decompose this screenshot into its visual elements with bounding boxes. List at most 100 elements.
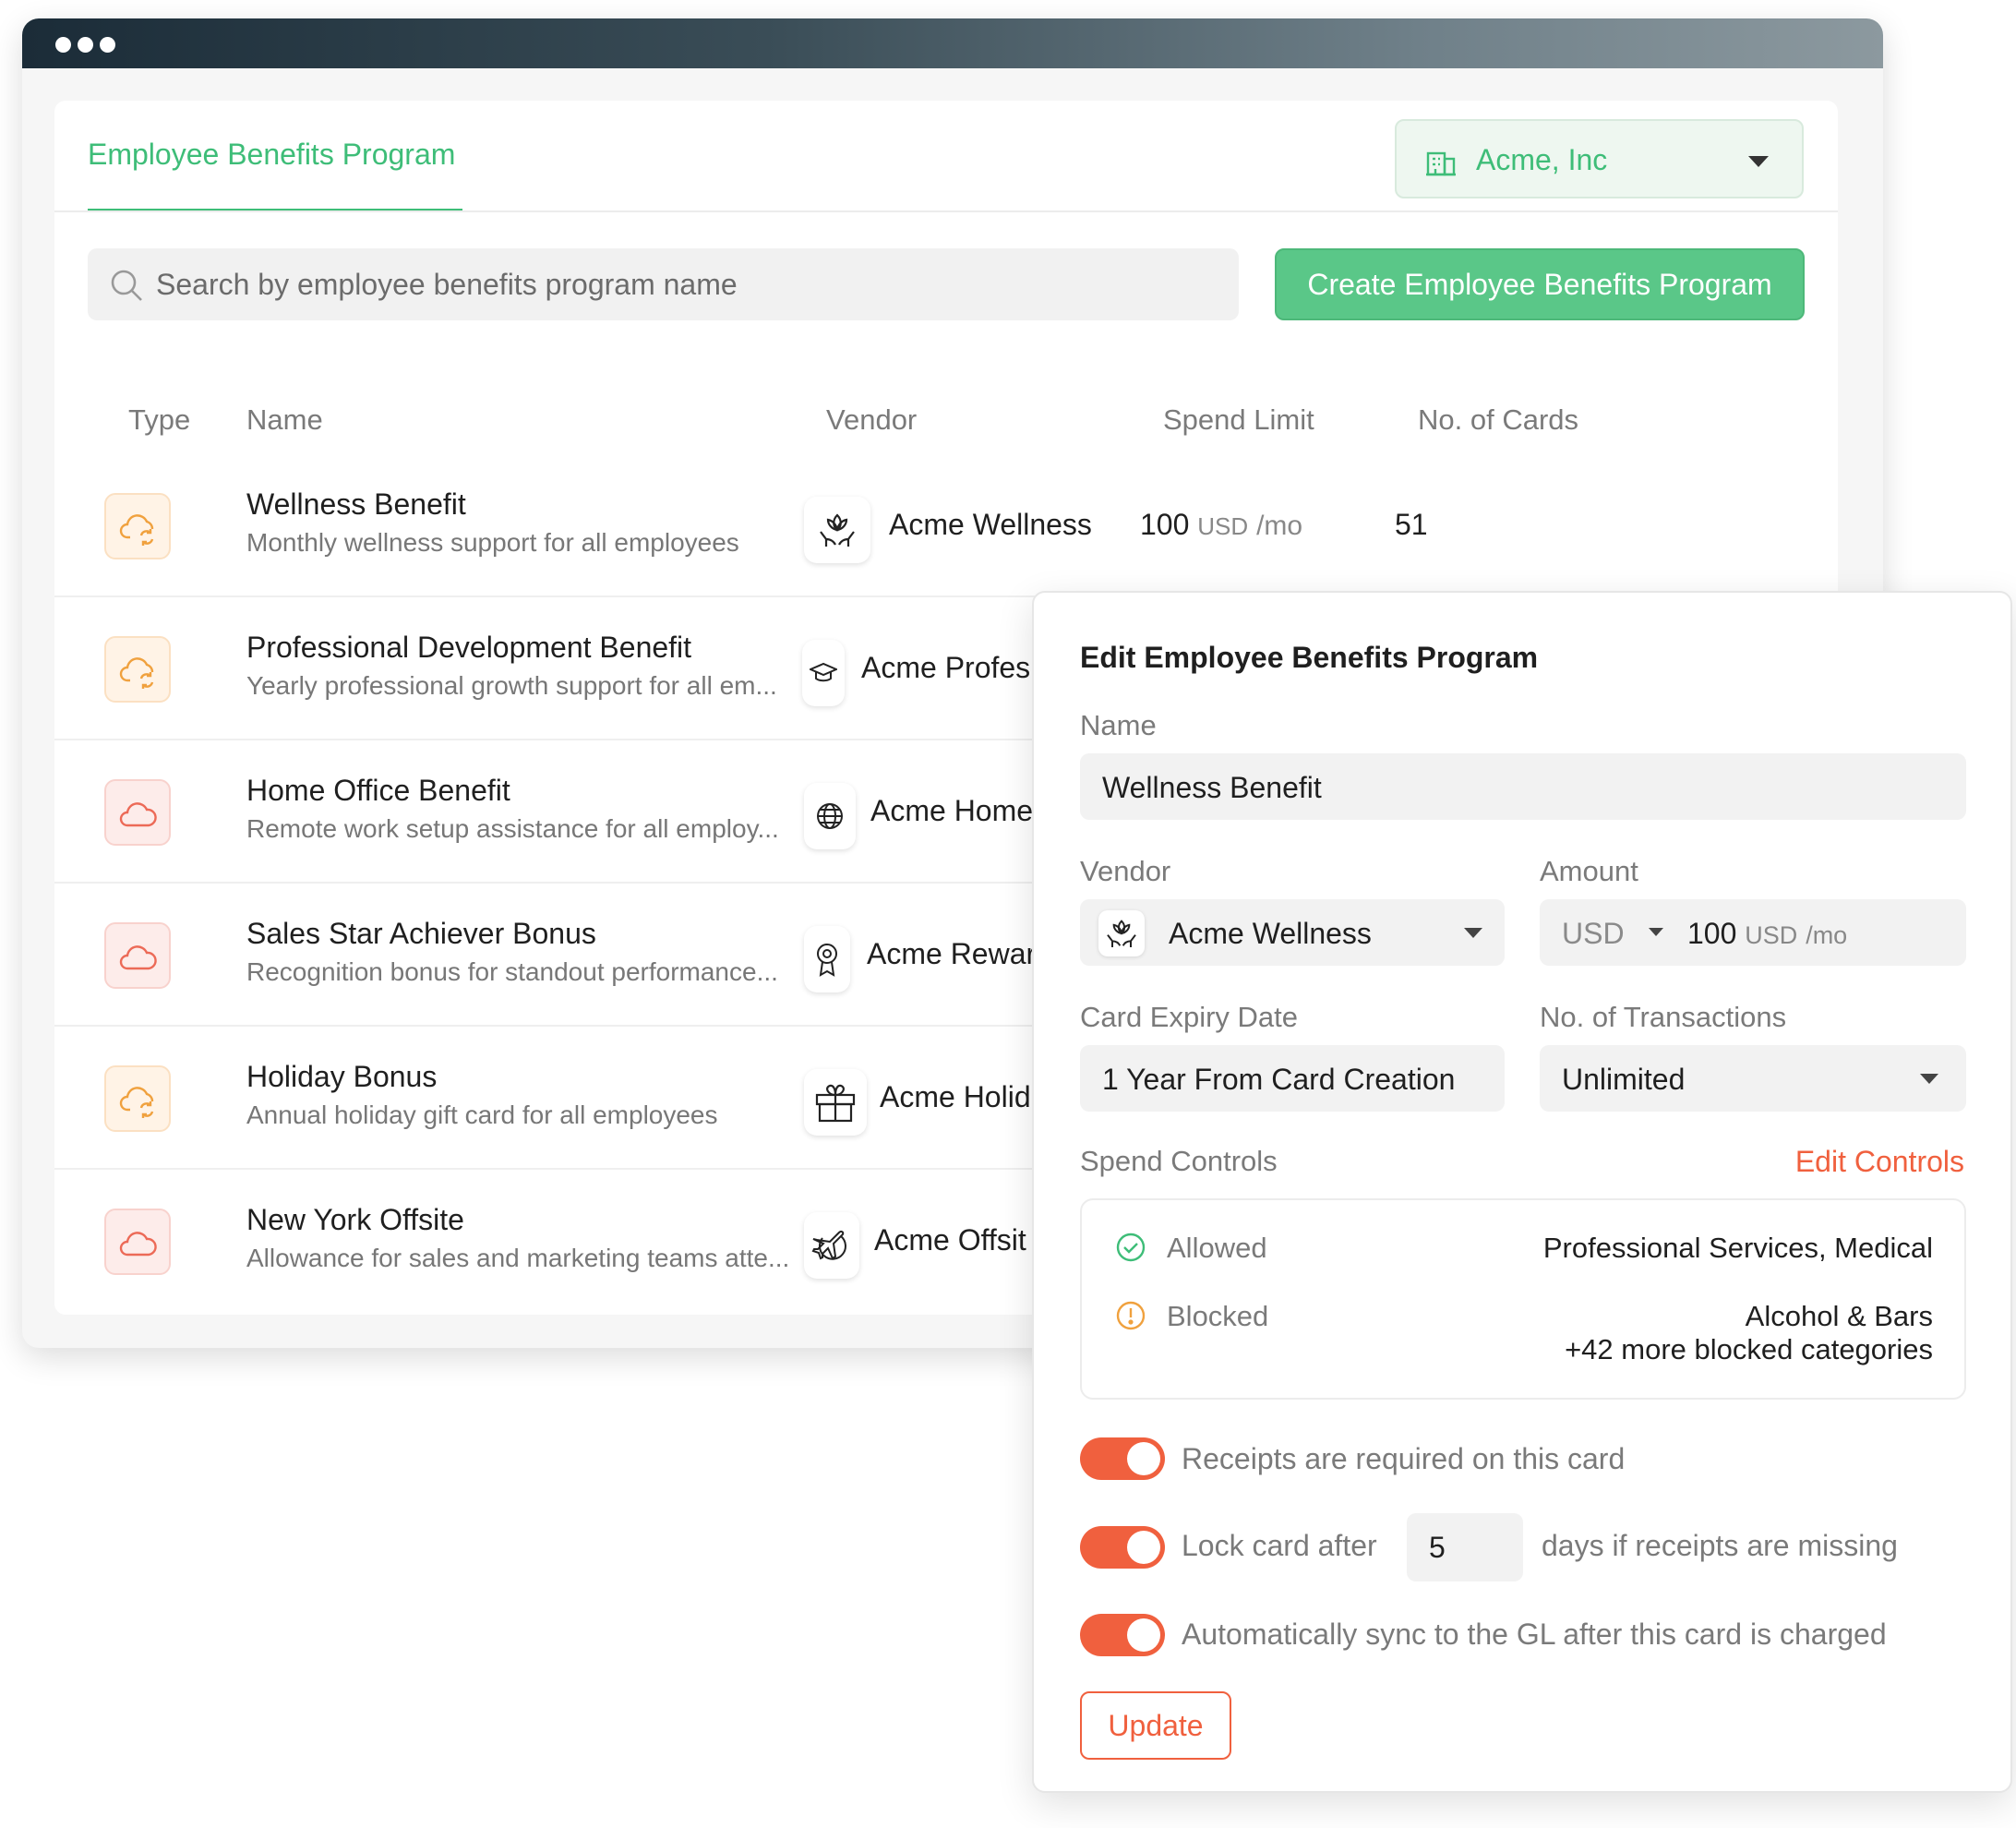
toggle-knob xyxy=(1127,1531,1160,1564)
tab-employee-benefits-program[interactable]: Employee Benefits Program xyxy=(88,138,455,172)
cloud-icon xyxy=(104,1209,171,1275)
spend-limit: 100 USD /mo xyxy=(1140,508,1302,542)
spend-limit-unit: USD xyxy=(1197,512,1249,540)
cloud-sync-icon xyxy=(104,1065,171,1132)
receipts-required-toggle[interactable] xyxy=(1080,1437,1165,1480)
amount-period: /mo xyxy=(1806,921,1848,949)
vendor-name: Acme Rewar xyxy=(867,937,1037,970)
award-icon xyxy=(804,926,850,992)
vendor-name: Acme Offsit xyxy=(874,1223,1026,1257)
search-icon xyxy=(111,270,142,301)
expiry-value: 1 Year From Card Creation xyxy=(1102,1063,1456,1096)
transactions-label: No. of Transactions xyxy=(1540,1001,1787,1033)
create-program-button[interactable]: Create Employee Benefits Program xyxy=(1275,248,1805,320)
vendor-name: Acme Home xyxy=(870,794,1034,827)
header-divider xyxy=(54,210,1838,212)
gl-sync-toggle[interactable] xyxy=(1080,1614,1165,1656)
spend-limit-period: /mo xyxy=(1256,511,1303,541)
amount-field[interactable]: USD 100 USD /mo xyxy=(1540,899,1966,966)
cloud-sync-icon xyxy=(104,493,171,559)
program-name: New York Offsite xyxy=(246,1203,464,1236)
program-description: Remote work setup assistance for all emp… xyxy=(246,814,779,843)
program-description: Annual holiday gift card for all employe… xyxy=(246,1100,718,1129)
cloud-sync-icon xyxy=(104,636,171,703)
search-box[interactable] xyxy=(88,248,1239,320)
vendor-value: Acme Wellness xyxy=(1169,917,1372,950)
name-field[interactable]: Wellness Benefit xyxy=(1080,753,1966,820)
cloud-icon xyxy=(104,779,171,846)
amount-value: 100 xyxy=(1687,917,1737,950)
program-name: Professional Development Benefit xyxy=(246,631,692,664)
toggle-knob xyxy=(1127,1442,1160,1475)
window-dot-minimize[interactable] xyxy=(78,37,93,53)
lock-days-input[interactable] xyxy=(1407,1513,1523,1581)
cloud-icon xyxy=(104,922,171,989)
program-description: Monthly wellness support for all employe… xyxy=(246,528,739,557)
company-name: Acme, Inc xyxy=(1476,143,1608,176)
column-header-spend-limit: Spend Limit xyxy=(1163,403,1314,436)
name-value: Wellness Benefit xyxy=(1102,771,1322,804)
search-input[interactable] xyxy=(156,248,1218,320)
column-header-name: Name xyxy=(246,403,323,436)
update-button[interactable]: Update xyxy=(1080,1691,1231,1760)
expiry-label: Card Expiry Date xyxy=(1080,1001,1299,1033)
program-name: Wellness Benefit xyxy=(246,487,466,521)
vendor-name: Acme Wellness xyxy=(889,508,1092,541)
program-description: Recognition bonus for standout performan… xyxy=(246,957,778,986)
column-header-type: Type xyxy=(128,403,191,436)
chevron-down-icon xyxy=(1649,928,1663,936)
blocked-label: Blocked xyxy=(1167,1300,1269,1332)
window-dot-maximize[interactable] xyxy=(100,37,115,53)
edit-program-panel: Edit Employee Benefits Program Name Well… xyxy=(1032,591,2012,1793)
currency-select[interactable]: USD xyxy=(1562,917,1625,951)
program-description: Allowance for sales and marketing teams … xyxy=(246,1244,790,1272)
vendor-label: Vendor xyxy=(1080,855,1171,887)
chevron-down-icon xyxy=(1920,1074,1938,1084)
amount-display: 100 USD /mo xyxy=(1687,917,1847,951)
check-circle-icon xyxy=(1116,1233,1146,1262)
receipts-required-label: Receipts are required on this card xyxy=(1182,1442,1626,1475)
program-name: Holiday Bonus xyxy=(246,1060,438,1093)
gift-icon xyxy=(804,1069,867,1136)
name-label: Name xyxy=(1080,709,1157,741)
panel-title: Edit Employee Benefits Program xyxy=(1080,641,1539,674)
table-row[interactable]: Wellness Benefit Monthly wellness suppor… xyxy=(54,454,1838,597)
window-titlebar xyxy=(22,18,1883,68)
spend-limit-amount: 100 xyxy=(1140,508,1190,541)
lock-card-toggle[interactable] xyxy=(1080,1526,1165,1569)
allowed-label: Allowed xyxy=(1167,1232,1267,1264)
toggle-knob xyxy=(1127,1618,1160,1652)
expiry-field[interactable]: 1 Year From Card Creation xyxy=(1080,1045,1505,1112)
gl-sync-label: Automatically sync to the GL after this … xyxy=(1182,1618,1887,1651)
transactions-select[interactable]: Unlimited xyxy=(1540,1045,1966,1112)
vendor-name: Acme Holid xyxy=(880,1080,1031,1113)
program-name: Home Office Benefit xyxy=(246,774,510,807)
card-count: 51 xyxy=(1395,508,1428,541)
chevron-down-icon xyxy=(1464,928,1482,938)
company-select[interactable]: Acme, Inc xyxy=(1395,119,1804,198)
lock-days-suffix: days if receipts are missing xyxy=(1542,1529,1898,1562)
lotus-hands-icon xyxy=(1098,910,1145,956)
blocked-value: Alcohol & Bars xyxy=(1745,1300,1933,1332)
amount-unit: USD xyxy=(1745,921,1798,949)
warning-circle-icon xyxy=(1116,1301,1146,1330)
vendor-select[interactable]: Acme Wellness xyxy=(1080,899,1505,966)
program-name: Sales Star Achiever Bonus xyxy=(246,917,596,950)
window-dot-close[interactable] xyxy=(55,37,71,53)
lock-card-label: Lock card after xyxy=(1182,1529,1377,1562)
building-icon xyxy=(1426,151,1456,176)
lotus-hands-icon xyxy=(804,497,870,563)
globe-icon xyxy=(804,783,856,849)
vendor-name: Acme Profes xyxy=(861,651,1031,684)
amount-label: Amount xyxy=(1540,855,1638,887)
blocked-more: +42 more blocked categories xyxy=(1565,1333,1933,1365)
program-description: Yearly professional growth support for a… xyxy=(246,671,777,700)
column-header-vendor: Vendor xyxy=(826,403,918,436)
spend-controls-box: Allowed Professional Services, Medical B… xyxy=(1080,1198,1966,1400)
spend-controls-label: Spend Controls xyxy=(1080,1145,1278,1177)
transactions-value: Unlimited xyxy=(1562,1063,1686,1096)
edit-controls-link[interactable]: Edit Controls xyxy=(1795,1145,1964,1179)
chevron-down-icon xyxy=(1748,156,1769,167)
plane-globe-icon xyxy=(804,1212,859,1279)
allowed-value: Professional Services, Medical xyxy=(1542,1232,1933,1264)
